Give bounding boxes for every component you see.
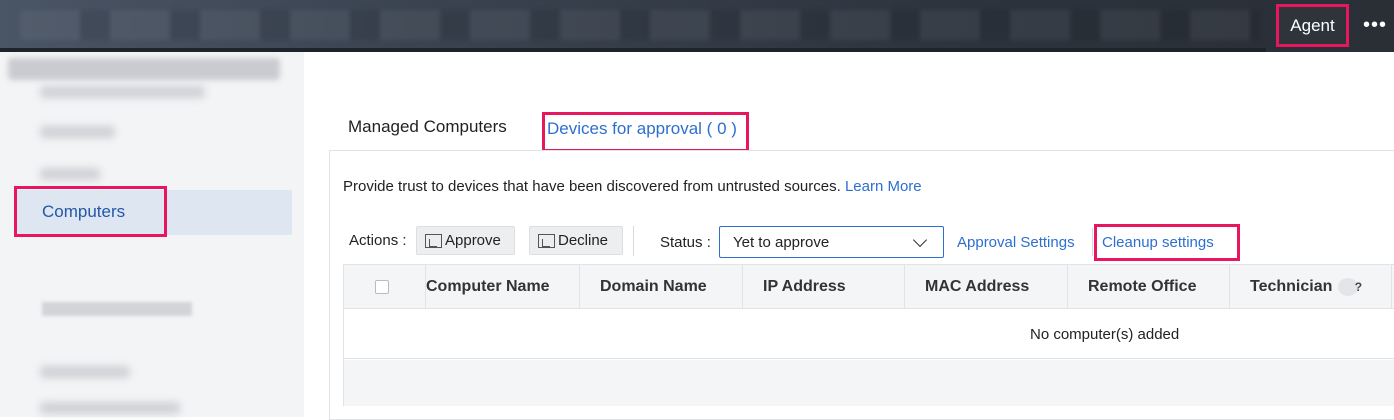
approve-label: Approve: [445, 232, 501, 249]
column-label: Technician: [1250, 278, 1333, 295]
chevron-down-icon: [912, 232, 928, 248]
top-navbar: [0, 0, 1394, 52]
sidebar-item-blurred[interactable]: [40, 86, 205, 98]
column-label: Domain Name: [600, 278, 707, 295]
divider: [633, 226, 634, 256]
tab-devices-label: Devices for approval ( 0 ): [547, 119, 737, 138]
info-text: Provide trust to devices that have been …: [343, 178, 922, 195]
approve-button[interactable]: Approve: [416, 226, 515, 255]
sidebar-item-blurred[interactable]: [40, 366, 130, 378]
sidebar-item-blurred[interactable]: [42, 302, 192, 316]
info-message: Provide trust to devices that have been …: [343, 178, 841, 195]
actions-label: Actions :: [349, 232, 407, 249]
sidebar-item-blurred[interactable]: [40, 402, 180, 414]
column-computer-name[interactable]: Computer Name: [406, 265, 580, 309]
computers-table: Computer Name Domain Name IP Address MAC…: [343, 264, 1394, 406]
sidebar-item-computers[interactable]: Computers: [14, 186, 292, 237]
table-header: Computer Name Domain Name IP Address MAC…: [344, 265, 1394, 309]
blurred-nav-area: [20, 10, 1260, 40]
decline-label: Decline: [558, 232, 609, 249]
cleanup-settings-label: Cleanup settings: [1102, 234, 1214, 251]
agent-tab[interactable]: Agent: [1276, 4, 1349, 47]
sidebar-item-label: Computers: [42, 202, 126, 221]
sidebar-item-blurred[interactable]: [40, 126, 115, 138]
sidebar-search-blurred: [8, 58, 280, 80]
status-label: Status :: [660, 234, 711, 251]
decline-button[interactable]: Decline: [529, 226, 623, 255]
divider: [1092, 228, 1093, 256]
help-icon[interactable]: ?: [1338, 278, 1362, 296]
tab-managed-computers[interactable]: Managed Computers: [348, 117, 507, 137]
column-mac-address[interactable]: MAC Address: [905, 265, 1068, 309]
column-label: Computer Name: [426, 278, 550, 295]
column-technician[interactable]: Technician ?: [1230, 265, 1392, 309]
status-select[interactable]: Yet to approve: [719, 226, 944, 258]
more-menu-icon[interactable]: •••: [1360, 8, 1390, 42]
sidebar-item-blurred[interactable]: [40, 168, 100, 180]
column-remote-office[interactable]: Remote Office: [1068, 265, 1230, 309]
tab-devices-for-approval[interactable]: Devices for approval ( 0 ): [542, 112, 749, 152]
column-label: MAC Address: [925, 278, 1030, 295]
approval-settings-link[interactable]: Approval Settings: [957, 234, 1075, 251]
status-value: Yet to approve: [733, 234, 830, 251]
approve-icon: [425, 233, 442, 248]
column-ip-address[interactable]: IP Address: [743, 265, 905, 309]
learn-more-link[interactable]: Learn More: [845, 178, 922, 195]
empty-state-row: No computer(s) added: [344, 309, 1394, 359]
cleanup-settings-link[interactable]: Cleanup settings: [1094, 224, 1240, 261]
column-label: Remote Office: [1088, 278, 1197, 295]
column-label: IP Address: [763, 278, 846, 295]
decline-icon: [538, 233, 555, 248]
table-footer: [344, 360, 1394, 406]
empty-state-text: No computer(s) added: [1030, 326, 1180, 343]
column-domain-name[interactable]: Domain Name: [580, 265, 743, 309]
select-all-checkbox[interactable]: [375, 280, 389, 294]
